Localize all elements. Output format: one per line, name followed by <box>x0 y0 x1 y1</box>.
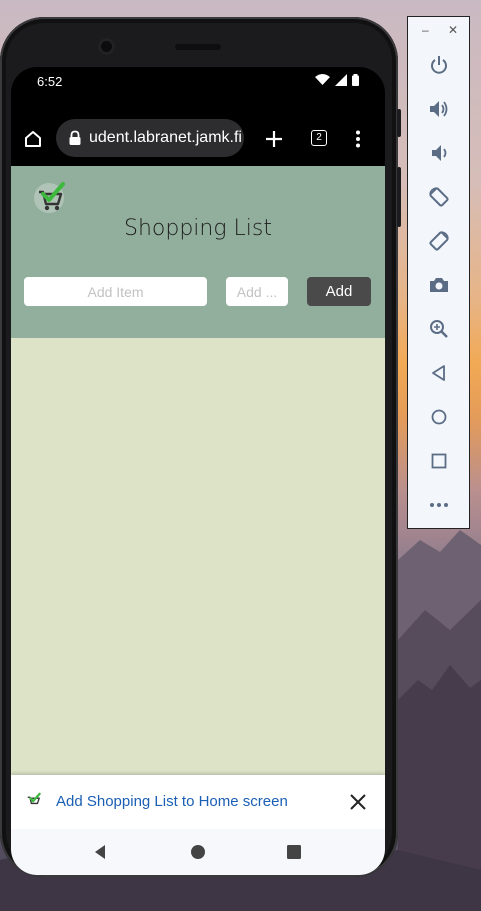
power-icon[interactable] <box>426 52 452 78</box>
url-bar[interactable]: udent.labranet.jamk.fi <box>56 119 244 157</box>
minimize-icon[interactable]: – <box>422 23 429 37</box>
app-icon <box>27 792 41 805</box>
status-bar: 6:52 <box>11 67 385 97</box>
phone-screen: 6:52 udent.labranet.jamk.fi 2 Shopping L… <box>11 67 385 875</box>
home-icon[interactable] <box>426 404 452 430</box>
status-icons <box>315 74 359 86</box>
url-text: udent.labranet.jamk.fi <box>89 129 242 146</box>
back-icon[interactable] <box>426 360 452 386</box>
tab-switcher-button[interactable]: 2 <box>311 130 327 146</box>
plus-icon <box>266 131 282 147</box>
volume-up-icon[interactable] <box>426 96 452 122</box>
home-icon <box>25 131 41 147</box>
camera-icon[interactable] <box>426 272 452 298</box>
item-name-input[interactable] <box>24 277 207 306</box>
app-header: Shopping List Add <box>11 166 385 338</box>
rotate-right-icon[interactable] <box>426 228 452 254</box>
rotate-left-icon[interactable] <box>426 184 452 210</box>
add-to-home-banner[interactable]: Add Shopping List to Home screen <box>11 775 385 829</box>
more-icon[interactable] <box>426 492 452 518</box>
navigation-bar <box>11 829 385 875</box>
item-count-input[interactable] <box>226 277 288 306</box>
front-camera <box>98 38 115 55</box>
shopping-list-area <box>11 338 385 775</box>
close-icon[interactable] <box>347 791 369 813</box>
home-nav-icon[interactable] <box>187 841 209 863</box>
page-title: Shopping List <box>123 216 272 241</box>
earpiece-speaker <box>175 44 221 50</box>
shopping-cart-check-icon <box>34 182 65 213</box>
wifi-icon <box>315 74 330 85</box>
phone-frame: 6:52 udent.labranet.jamk.fi 2 Shopping L… <box>0 17 401 877</box>
zoom-icon[interactable] <box>426 316 452 342</box>
battery-icon <box>352 74 359 86</box>
back-nav-icon[interactable] <box>89 841 111 863</box>
side-button-power <box>397 109 401 137</box>
close-window-icon[interactable]: ✕ <box>448 23 458 37</box>
overview-icon[interactable] <box>426 448 452 474</box>
emulator-panel: – ✕ <box>407 16 470 529</box>
volume-down-icon[interactable] <box>426 140 452 166</box>
status-time: 6:52 <box>37 74 63 89</box>
banner-text[interactable]: Add Shopping List to Home screen <box>56 793 288 810</box>
side-button-volume <box>397 167 401 227</box>
home-button[interactable] <box>21 127 45 151</box>
add-button[interactable]: Add <box>307 277 371 306</box>
cell-signal-icon <box>335 74 347 86</box>
browser-menu-button[interactable] <box>346 127 370 151</box>
more-vert-icon <box>356 130 360 148</box>
recents-nav-icon[interactable] <box>283 841 305 863</box>
lock-icon <box>69 130 81 145</box>
new-tab-button[interactable] <box>262 127 286 151</box>
